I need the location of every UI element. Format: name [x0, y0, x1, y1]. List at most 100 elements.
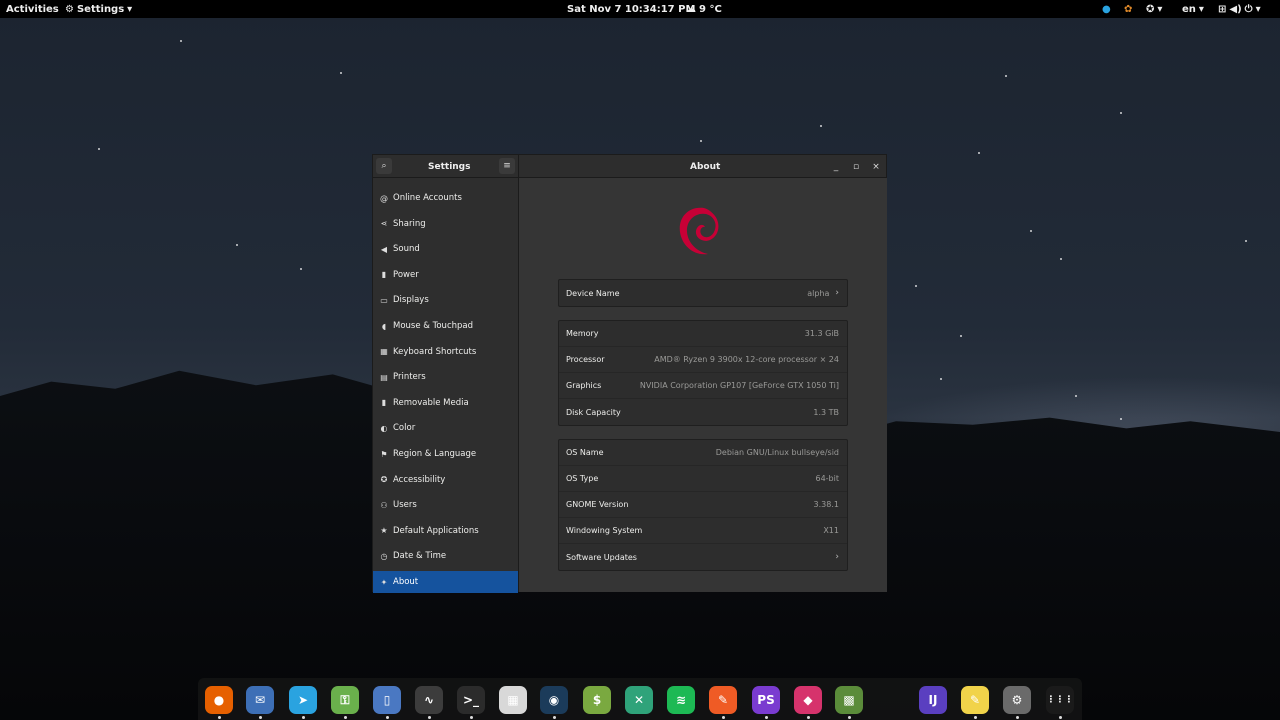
sidebar-item-power[interactable]: ▮ Power: [373, 264, 518, 286]
telegram-dock-icon[interactable]: ➤: [289, 686, 317, 714]
sidebar-item-label: Keyboard Shortcuts: [393, 346, 477, 357]
crossover-dock-icon[interactable]: ✕: [625, 686, 653, 714]
sidebar-item-removable-media[interactable]: ▮ Removable Media: [373, 392, 518, 414]
activities-label: Activities: [6, 3, 59, 15]
accessibility-menu[interactable]: ✪ ▾: [1146, 0, 1162, 18]
app-grid-dock-icon[interactable]: ⋮⋮⋮: [1046, 686, 1074, 714]
clock-button[interactable]: Sat Nov 7 10:34:17 PM: [567, 0, 695, 18]
star: [1075, 395, 1077, 397]
running-indicator: [807, 716, 810, 719]
menu-button[interactable]: ≡: [499, 158, 515, 174]
weather-cloud-icon: ☁: [686, 3, 696, 15]
minimize-icon: _: [833, 161, 839, 172]
device-name-row[interactable]: Device Name alpha ›: [559, 280, 847, 306]
sidebar-item-label: Online Accounts: [393, 193, 462, 203]
gear-icon: ⚙: [65, 3, 74, 15]
spotify-dock-icon[interactable]: ≋: [667, 686, 695, 714]
sidebar-item-printers[interactable]: ▤ Printers: [373, 366, 518, 388]
flag-icon: ⚑: [380, 449, 388, 459]
system-monitor-dock-icon[interactable]: ∿: [415, 686, 443, 714]
row-value: 1.3 TB: [813, 407, 839, 417]
sidebar-header: ⌕ Settings ≡: [373, 155, 519, 178]
dropdown-arrow-icon: ▾: [127, 3, 133, 15]
settings-dock-icon[interactable]: ⚙: [1003, 686, 1031, 714]
files-dock-icon[interactable]: ▯: [373, 686, 401, 714]
sidebar-item-label: Printers: [393, 372, 426, 383]
calculator-dock-icon[interactable]: ▦: [499, 686, 527, 714]
firefox-dock-icon[interactable]: ●: [205, 686, 233, 714]
close-button[interactable]: ×: [868, 155, 884, 178]
finance-dock-icon[interactable]: $: [583, 686, 611, 714]
row-label: Disk Capacity: [566, 407, 621, 417]
sidebar-item-label: Region & Language: [393, 449, 477, 459]
star: [1245, 240, 1247, 242]
dropdown-arrow-icon: ▾: [1198, 3, 1204, 15]
monitor-icon: ▭: [380, 295, 388, 305]
row-label: Software Updates: [566, 552, 637, 562]
maximize-button[interactable]: ▫: [848, 155, 864, 178]
header-bar: ⌕ Settings ≡ About _ ▫ ×: [373, 155, 886, 178]
star: [98, 148, 100, 150]
accessibility-icon: ✪: [1146, 3, 1155, 15]
row-label: Windowing System: [566, 526, 643, 535]
keepass-dock-icon[interactable]: ⚿: [331, 686, 359, 714]
software-updates-row[interactable]: Software Updates ›: [559, 544, 847, 570]
phpstorm-dock-icon[interactable]: PS: [752, 686, 780, 714]
row-label: Memory: [566, 329, 599, 338]
top-bar: Activities ⚙ Settings ▾ Sat Nov 7 10:34:…: [0, 0, 1280, 18]
extension-tray-icon[interactable]: ✿: [1124, 0, 1132, 18]
minecraft-dock-icon[interactable]: ▩: [835, 686, 863, 714]
sidebar-item-about[interactable]: ✦ About: [373, 571, 518, 593]
row-value: 3.38.1: [813, 500, 839, 509]
language-label: en: [1182, 3, 1196, 15]
app-menu-button[interactable]: ⚙ Settings ▾: [65, 0, 132, 18]
sidebar-item-region-language[interactable]: ⚑ Region & Language: [373, 443, 518, 465]
postman-dock-icon[interactable]: ✎: [709, 686, 737, 714]
app-menu-label: Settings: [76, 3, 125, 15]
row-label: GNOME Version: [566, 500, 629, 509]
minimize-button[interactable]: _: [828, 155, 844, 178]
row-value: 64-bit: [815, 474, 839, 483]
sidebar-item-accessibility[interactable]: ✪ Accessibility: [373, 469, 518, 491]
terminal-dock-icon[interactable]: >_: [457, 686, 485, 714]
sidebar-item-sound[interactable]: ◀ Sound: [373, 238, 518, 260]
sidebar-item-mouse-touchpad[interactable]: ◖ Mouse & Touchpad: [373, 315, 518, 337]
star: [180, 40, 182, 42]
os-type-row: OS Type 64-bit: [559, 466, 847, 492]
language-menu[interactable]: en ▾: [1182, 0, 1204, 18]
weather-indicator[interactable]: ☁ 9 °C: [686, 0, 722, 18]
intellij-dock-icon[interactable]: IJ: [919, 686, 947, 714]
activities-button[interactable]: Activities: [6, 0, 59, 18]
window-title: About: [690, 161, 721, 172]
graphics-row: Graphics NVIDIA Corporation GP107 [GeForc…: [559, 373, 847, 399]
star: [1030, 230, 1032, 232]
device-name-label: Device Name: [566, 288, 620, 298]
usb-icon: ▮: [381, 398, 387, 408]
accessibility-icon: ✪: [380, 475, 388, 485]
sidebar-item-date-time[interactable]: ◷ Date & Time: [373, 545, 518, 567]
search-button[interactable]: ⌕: [376, 158, 392, 174]
jetbrains-toolbox-dock-icon[interactable]: ◆: [794, 686, 822, 714]
sidebar-item-online-accounts[interactable]: @ Online Accounts: [373, 187, 518, 209]
system-menu[interactable]: ⊞ ◀) ⏻ ▾: [1218, 0, 1261, 18]
dock: ● ✉ ➤ ⚿ ▯ ∿ >_ ▦ ◉ $ ✕ ≋ ✎ PS ◆ ▩ IJ ✎ ⚙ ⋮⋮⋮: [198, 678, 1082, 720]
sidebar-item-label: Default Applications: [393, 525, 479, 536]
telegram-tray-icon[interactable]: ●: [1102, 0, 1111, 18]
star: [1005, 75, 1007, 77]
row-value: X11: [823, 526, 839, 535]
text-editor-dock-icon[interactable]: ✎: [961, 686, 989, 714]
running-indicator: [302, 716, 305, 719]
sidebar-item-keyboard-shortcuts[interactable]: ▦ Keyboard Shortcuts: [373, 341, 518, 363]
star: [1060, 258, 1062, 260]
sidebar-item-displays[interactable]: ▭ Displays: [373, 289, 518, 311]
sparkle-icon: ✦: [380, 577, 388, 587]
star: [1120, 418, 1122, 420]
sidebar-item-label: Displays: [393, 295, 429, 306]
sidebar-item-sharing[interactable]: ⋖ Sharing: [373, 213, 518, 235]
volume-icon: ◀): [1229, 3, 1242, 15]
mail-dock-icon[interactable]: ✉: [246, 686, 274, 714]
sidebar-item-default-applications[interactable]: ★ Default Applications: [373, 520, 518, 542]
steam-dock-icon[interactable]: ◉: [540, 686, 568, 714]
sidebar-item-users[interactable]: ⚇ Users: [373, 494, 518, 516]
sidebar-item-color[interactable]: ◐ Color: [373, 417, 518, 439]
